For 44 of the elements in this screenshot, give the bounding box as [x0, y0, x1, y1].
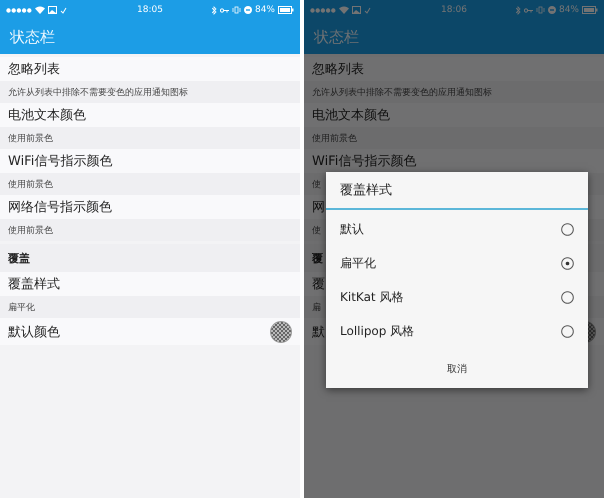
- battery-icon: [582, 6, 598, 14]
- setting-title[interactable]: 默认颜色: [8, 322, 60, 340]
- image-icon: [48, 6, 57, 14]
- cancel-button[interactable]: 取消: [435, 358, 479, 380]
- radio-button[interactable]: [561, 222, 574, 236]
- signal-dots-icon: [310, 8, 336, 12]
- status-time: 18:06: [441, 5, 467, 15]
- bluetooth-icon: [516, 6, 521, 14]
- app-bar-title: 状态栏: [314, 28, 359, 46]
- color-swatch[interactable]: [270, 320, 292, 342]
- radio-button[interactable]: [561, 324, 574, 338]
- dialog-title: 覆盖样式: [326, 172, 588, 210]
- setting-title[interactable]: WiFi信号指示颜色: [0, 149, 300, 173]
- checkmark-icon: [60, 6, 67, 14]
- app-bar-title: 状态栏: [10, 28, 55, 46]
- key-icon: [220, 8, 229, 12]
- setting-title[interactable]: 忽略列表: [0, 57, 300, 81]
- status-time: 18:05: [137, 5, 163, 15]
- wifi-icon: [339, 6, 349, 14]
- setting-title[interactable]: 覆盖样式: [0, 272, 300, 296]
- vibrate-icon: [232, 6, 241, 14]
- key-icon: [524, 8, 533, 12]
- do-not-disturb-icon: [548, 6, 556, 14]
- setting-summary: 使用前景色: [0, 219, 300, 241]
- setting-title[interactable]: 电池文本颜色: [0, 103, 300, 127]
- setting-summary: 扁平化: [0, 296, 300, 318]
- wifi-icon: [35, 6, 45, 14]
- vibrate-icon: [536, 6, 545, 14]
- setting-title[interactable]: 默: [312, 322, 325, 340]
- do-not-disturb-icon: [244, 6, 252, 14]
- setting-summary: 使用前景色: [0, 127, 300, 149]
- image-icon: [352, 6, 361, 14]
- battery-percent: 84%: [558, 5, 579, 15]
- battery-percent: 84%: [254, 5, 275, 15]
- setting-summary: 使用前景色: [0, 173, 300, 195]
- signal-dots-icon: [6, 8, 32, 12]
- checkmark-icon: [364, 6, 371, 14]
- radio-button[interactable]: [561, 290, 574, 304]
- bluetooth-icon: [212, 6, 217, 14]
- category-header: 覆盖: [0, 244, 300, 272]
- setting-summary: 允许从列表中排除不需要变色的应用通知图标: [0, 81, 300, 103]
- setting-title[interactable]: 网络信号指示颜色: [0, 195, 300, 219]
- radio-button[interactable]: [561, 256, 574, 270]
- battery-icon: [278, 6, 294, 14]
